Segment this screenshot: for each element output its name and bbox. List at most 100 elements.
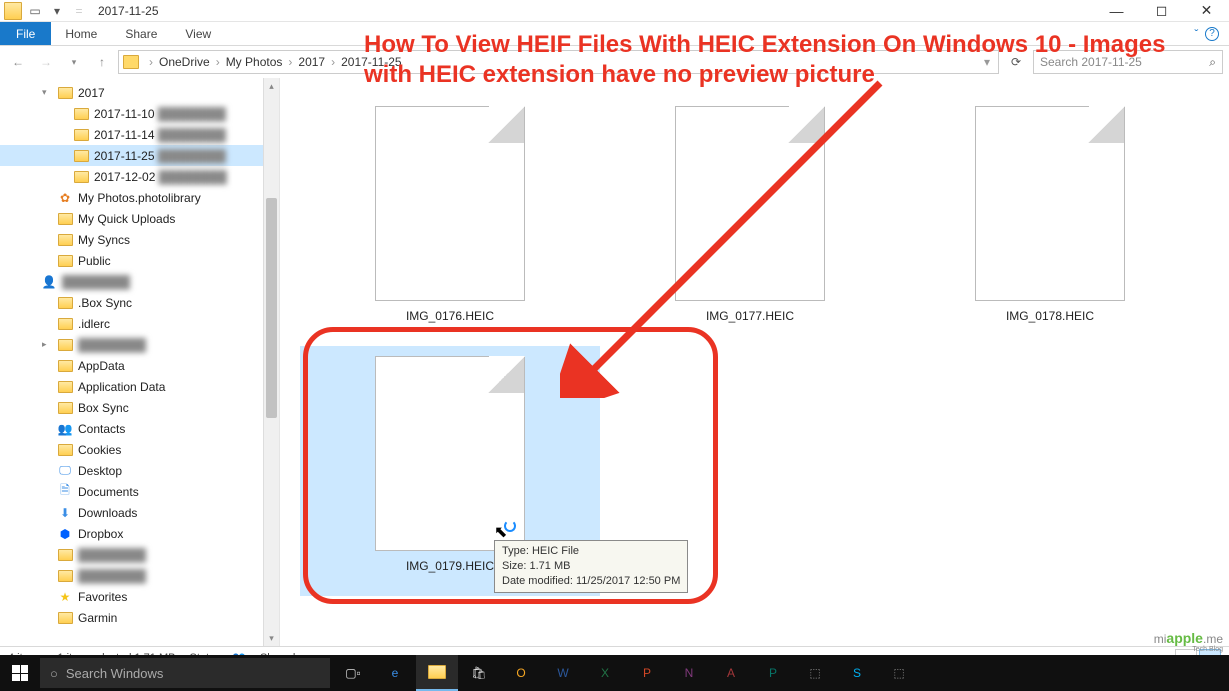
tree-item-label: 2017-11-14 ████████ (94, 128, 226, 142)
excel-icon[interactable]: X (584, 655, 626, 691)
sidebar-scrollbar[interactable]: ▴ ▾ (263, 78, 279, 646)
lib-icon: ✿ (56, 190, 74, 206)
publisher-icon[interactable]: P (752, 655, 794, 691)
tree-item[interactable]: My Syncs (0, 229, 279, 250)
folder-icon (56, 85, 74, 101)
folder-icon (4, 2, 22, 20)
tree-item[interactable]: 2017-11-14 ████████ (0, 124, 279, 145)
tree-item[interactable]: ████████ (0, 565, 279, 586)
tree-item[interactable]: AppData (0, 355, 279, 376)
folder-icon (72, 148, 90, 164)
tree-item[interactable]: 🗎Documents (0, 481, 279, 502)
window-title: 2017-11-25 (92, 4, 1094, 18)
file-item[interactable]: IMG_0178.HEIC (900, 96, 1200, 346)
file-tooltip: Type: HEIC File Size: 1.71 MB Date modif… (494, 540, 688, 593)
file-item[interactable]: IMG_0176.HEIC (300, 96, 600, 346)
word-icon[interactable]: W (542, 655, 584, 691)
tree-item-label: 2017 (78, 86, 105, 100)
tree-item[interactable]: ✿My Photos.photolibrary (0, 187, 279, 208)
cursor-icon: ⬉ (494, 522, 507, 542)
tree-item[interactable]: 2017-12-02 ████████ (0, 166, 279, 187)
skype-icon[interactable]: S (836, 655, 878, 691)
tree-item[interactable]: 👥 Contacts (0, 418, 279, 439)
explorer-icon[interactable] (416, 655, 458, 691)
onenote-icon[interactable]: N (668, 655, 710, 691)
folder-icon (56, 253, 74, 269)
close-button[interactable]: ✕ (1184, 0, 1229, 22)
breadcrumb[interactable]: My Photos (224, 55, 285, 69)
tree-item[interactable]: ⬇Downloads (0, 502, 279, 523)
tree-item-label: Public (78, 254, 111, 268)
tree-item[interactable]: ▾ 2017 (0, 82, 279, 103)
file-tab[interactable]: File (0, 22, 51, 45)
powerpoint-icon[interactable]: P (626, 655, 668, 691)
tree-item[interactable]: Cookies (0, 439, 279, 460)
tree-item[interactable]: .Box Sync (0, 292, 279, 313)
folder-icon (56, 547, 74, 563)
chevron-icon[interactable]: ▸ (42, 339, 56, 350)
tab-view[interactable]: View (171, 22, 225, 45)
tree-item-label: My Syncs (78, 233, 130, 247)
app-icon[interactable]: ⬚ (794, 655, 836, 691)
tree-item[interactable]: 👤 ████████ (0, 271, 279, 292)
tree-item-label: Desktop (78, 464, 122, 478)
up-button[interactable]: ↑ (90, 50, 114, 74)
tree-item-label: Box Sync (78, 401, 129, 415)
generic-file-icon (975, 106, 1125, 301)
task-view-button[interactable]: ▢▫ (332, 655, 374, 691)
tree-item[interactable]: My Quick Uploads (0, 208, 279, 229)
maximize-button[interactable]: ◻ (1139, 0, 1184, 22)
scroll-down-icon[interactable]: ▾ (264, 630, 279, 646)
tree-item[interactable]: ★Favorites (0, 586, 279, 607)
user-icon: 👤 (40, 274, 58, 290)
tree-item[interactable]: ████████ (0, 544, 279, 565)
file-label: IMG_0178.HEIC (1006, 309, 1094, 323)
tree-item-label: Contacts (78, 422, 125, 436)
folder-icon (56, 400, 74, 416)
back-button[interactable]: ← (6, 50, 30, 74)
tree-item[interactable]: 2017-11-25 ████████ (0, 145, 279, 166)
tree-item[interactable]: Public (0, 250, 279, 271)
tab-home[interactable]: Home (51, 22, 111, 45)
tree-item[interactable]: ▸ ████████ (0, 334, 279, 355)
windows-search-input[interactable]: ○ Search Windows (40, 658, 330, 688)
app-icon-2[interactable]: ⬚ (878, 655, 920, 691)
tree-item[interactable]: ⬢Dropbox (0, 523, 279, 544)
tree-item-label: ████████ (78, 569, 146, 583)
contacts-icon: 👥 (56, 421, 74, 437)
chevron-icon[interactable]: ▾ (42, 87, 56, 98)
forward-button[interactable]: → (34, 50, 58, 74)
access-icon[interactable]: A (710, 655, 752, 691)
edge-icon[interactable]: e (374, 655, 416, 691)
tree-item-label: ████████ (78, 338, 146, 352)
ribbon-help-icon[interactable]: ˇ ? (1184, 22, 1229, 45)
tree-item[interactable]: Garmin (0, 607, 279, 628)
minimize-button[interactable]: — (1094, 0, 1139, 22)
store-icon[interactable]: 🛍 (458, 655, 500, 691)
tab-share[interactable]: Share (111, 22, 171, 45)
windows-search-placeholder: Search Windows (66, 666, 164, 681)
file-item[interactable]: IMG_0177.HEIC (600, 96, 900, 346)
nav-tree[interactable]: ▾ 2017 2017-11-10 ████████ 2017-11-14 █████… (0, 78, 280, 646)
folder-icon (56, 295, 74, 311)
annotation-title: How To View HEIF Files With HEIC Extensi… (364, 30, 1189, 90)
breadcrumb[interactable]: OneDrive (157, 55, 212, 69)
tree-item-label: 2017-12-02 ████████ (94, 170, 227, 184)
start-button[interactable] (0, 655, 40, 691)
recent-locations-button[interactable]: ▾ (62, 50, 86, 74)
tree-item-label: Application Data (78, 380, 165, 394)
tree-item[interactable]: 🖵Desktop (0, 460, 279, 481)
properties-icon[interactable]: ▭ (26, 2, 44, 20)
tree-item[interactable]: Box Sync (0, 397, 279, 418)
folder-icon (56, 211, 74, 227)
new-folder-icon[interactable]: ▾ (48, 2, 66, 20)
file-pane[interactable]: IMG_0176.HEICIMG_0177.HEICIMG_0178.HEICI… (280, 78, 1229, 646)
outlook-icon[interactable]: O (500, 655, 542, 691)
tree-item[interactable]: .idlerc (0, 313, 279, 334)
breadcrumb[interactable]: 2017 (296, 55, 327, 69)
scroll-thumb[interactable] (266, 198, 277, 418)
tree-item[interactable]: Application Data (0, 376, 279, 397)
scroll-up-icon[interactable]: ▴ (264, 78, 279, 94)
dropbox-icon: ⬢ (56, 526, 74, 542)
tree-item[interactable]: 2017-11-10 ████████ (0, 103, 279, 124)
